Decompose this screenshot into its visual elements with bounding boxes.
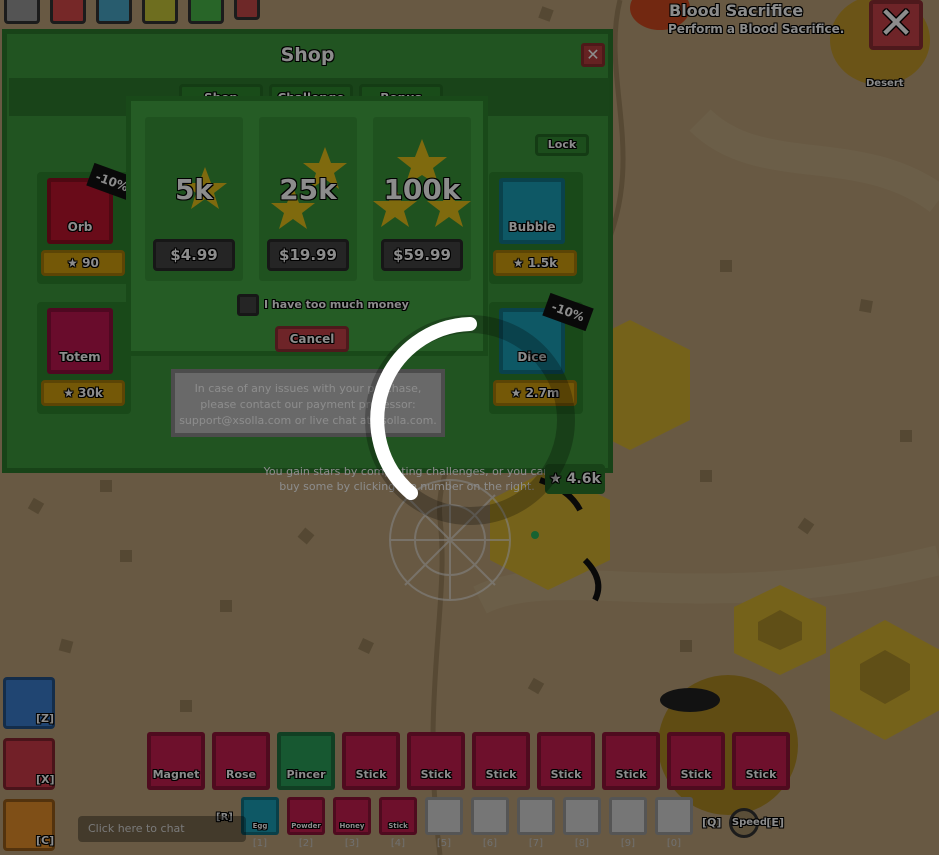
loading-spinner xyxy=(365,315,575,525)
